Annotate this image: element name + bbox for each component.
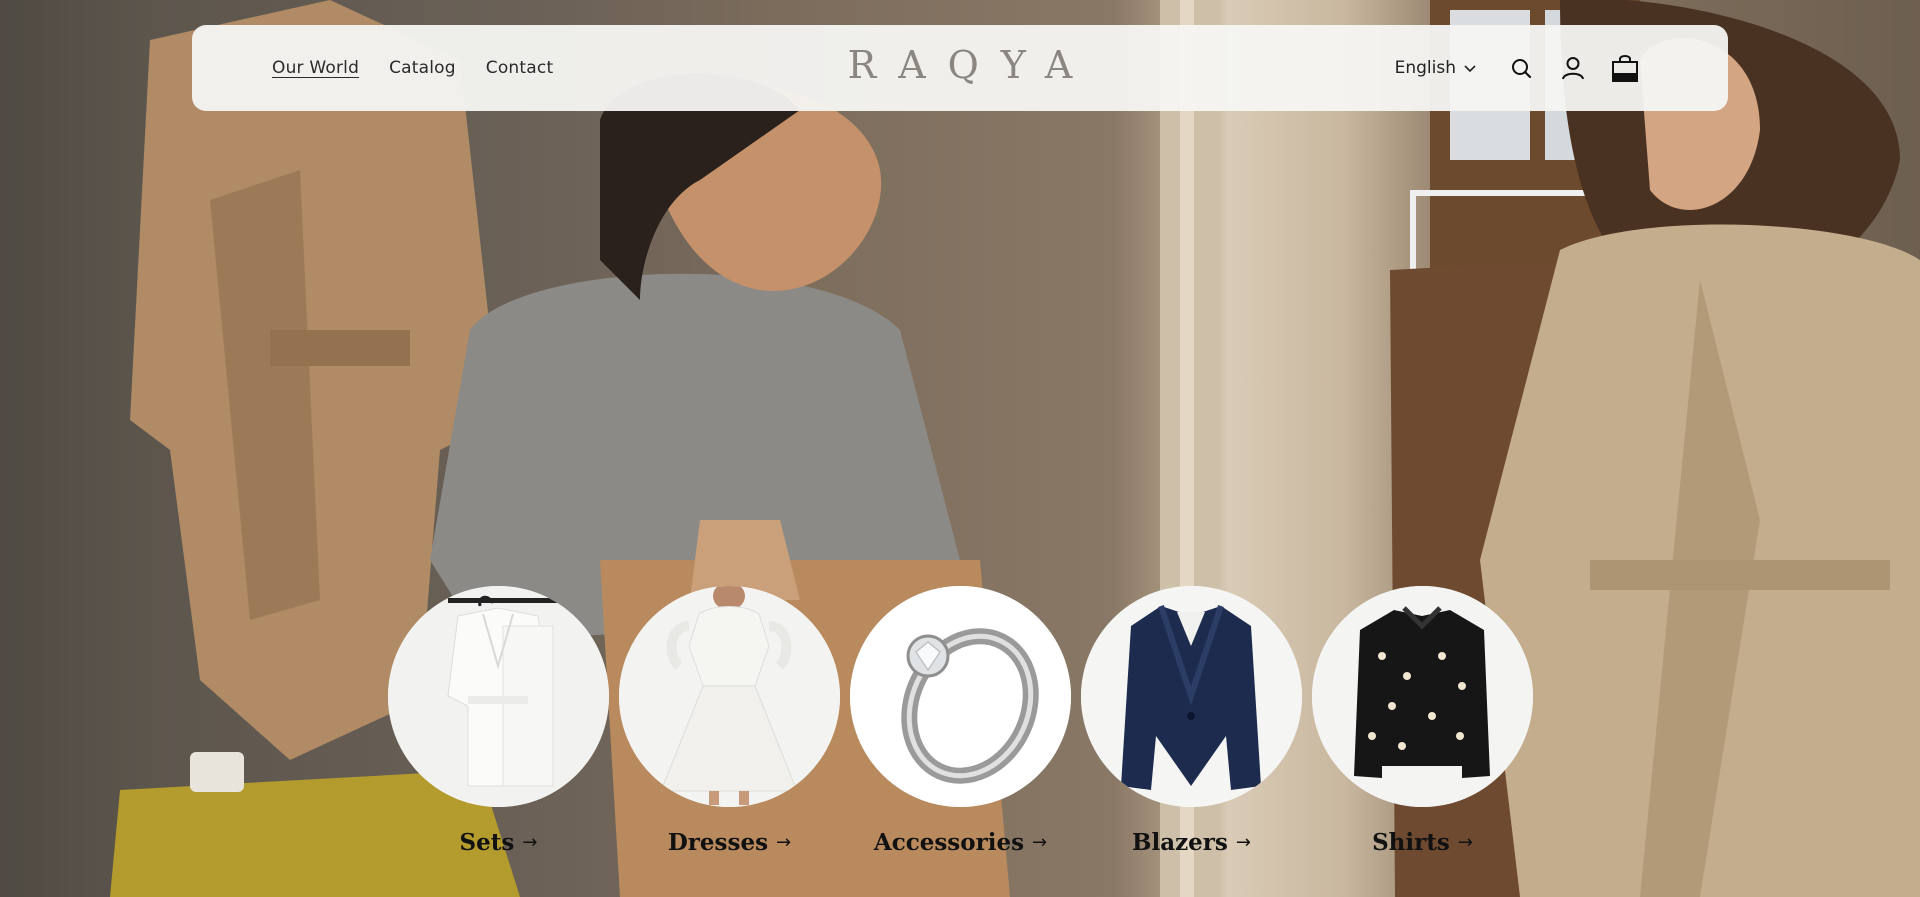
category-label-sets: Sets →	[460, 829, 538, 856]
accessories-label: Accessories	[873, 829, 1025, 856]
sets-label: Sets	[459, 829, 515, 856]
category-shirts[interactable]: Shirts →	[1312, 586, 1533, 856]
arrow-right-icon: →	[522, 832, 538, 853]
blazers-image	[1081, 586, 1302, 807]
category-sets[interactable]: Sets →	[388, 586, 609, 856]
language-label: English	[1394, 58, 1456, 78]
shirts-image	[1312, 586, 1533, 807]
shirts-label: Shirts	[1372, 829, 1450, 856]
category-label-dresses: Dresses →	[668, 829, 791, 856]
arrow-right-icon: →	[1032, 832, 1048, 853]
category-blazers[interactable]: Blazers →	[1081, 586, 1302, 856]
search-icon[interactable]	[1506, 53, 1536, 83]
account-icon[interactable]	[1558, 53, 1588, 83]
category-accessories[interactable]: Accessories →	[850, 586, 1071, 856]
blazers-label: Blazers	[1132, 829, 1228, 856]
header-utilities: English	[1395, 25, 1640, 111]
site-header: Our World Catalog Contact RAQYA English	[192, 25, 1728, 111]
category-label-blazers: Blazers →	[1132, 829, 1251, 856]
arrow-right-icon: →	[1457, 832, 1473, 853]
cart-bag-icon[interactable]	[1610, 53, 1640, 83]
accessories-image	[850, 586, 1071, 807]
category-dresses[interactable]: Dresses →	[619, 586, 840, 856]
dresses-label: Dresses	[667, 829, 769, 856]
category-list: Sets → Dresses → Accessories → Blazers →…	[388, 586, 1533, 856]
language-selector[interactable]: English	[1395, 58, 1476, 78]
sets-image	[388, 586, 609, 807]
arrow-right-icon: →	[1235, 832, 1251, 853]
category-label-accessories: Accessories →	[874, 829, 1047, 856]
arrow-right-icon: →	[776, 832, 792, 853]
category-label-shirts: Shirts →	[1372, 829, 1473, 856]
chevron-down-icon	[1464, 58, 1476, 78]
dresses-image	[619, 586, 840, 807]
